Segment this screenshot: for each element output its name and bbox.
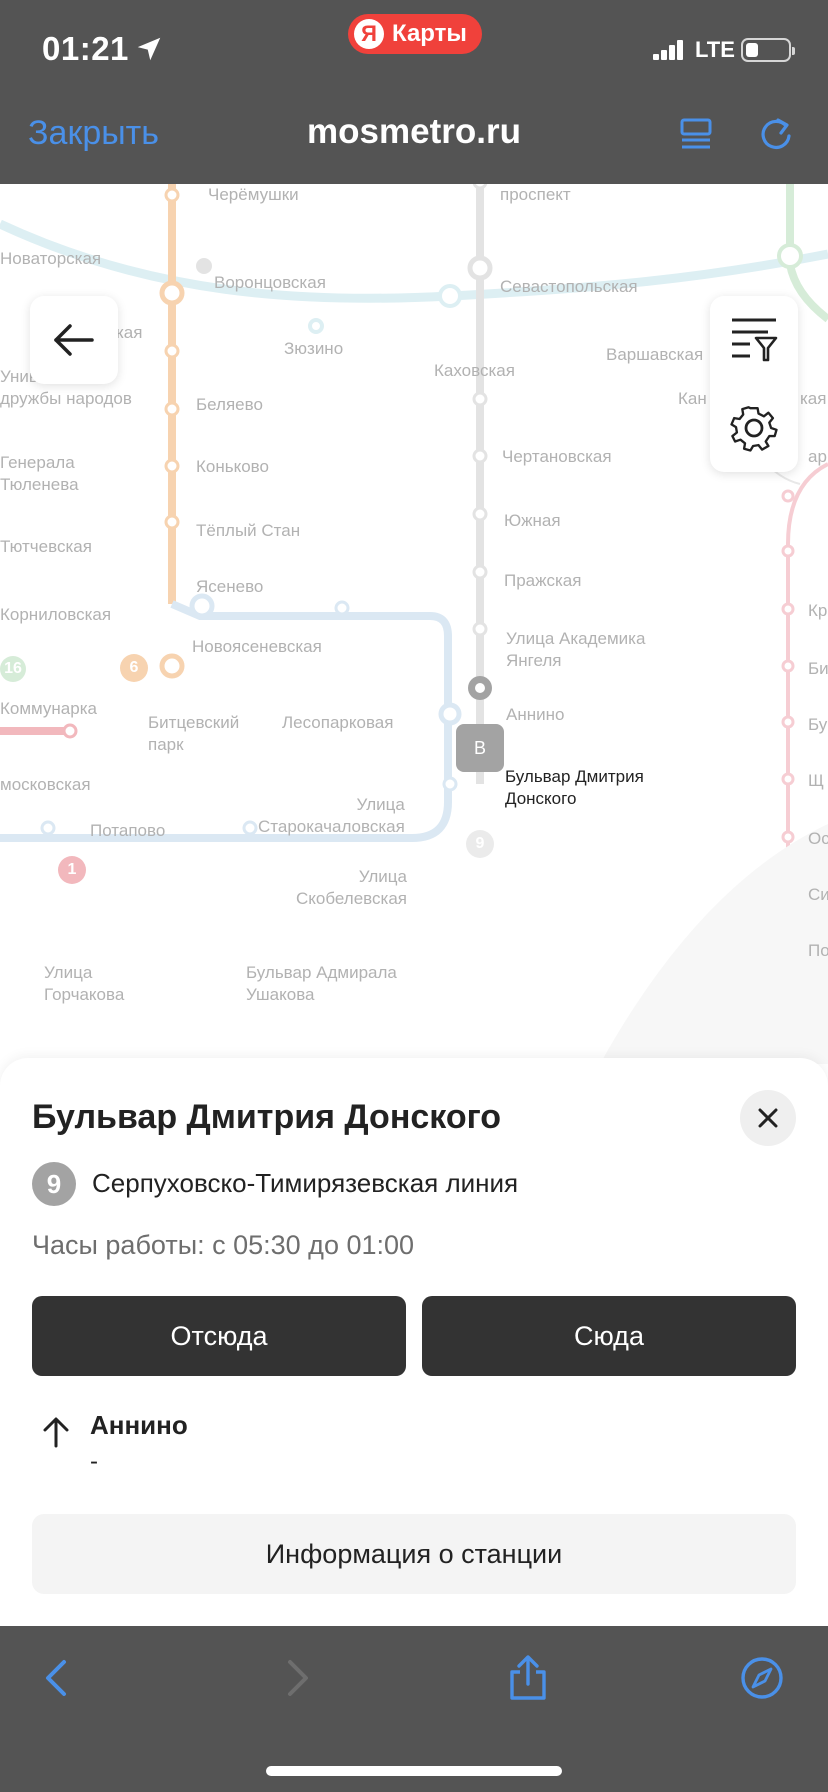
selected-station-label[interactable]: Бульвар Дмитрия Донского [505, 766, 644, 810]
station-label[interactable]: Корниловская [0, 604, 111, 626]
battery-fill [746, 43, 758, 57]
forward-chevron-icon[interactable] [272, 1654, 320, 1702]
status-bar: 01:21 Я Карты LTE [0, 0, 828, 92]
station-label[interactable]: Улица Старокачаловская [258, 794, 405, 838]
station-bottom-sheet: Бульвар Дмитрия Донского 9 Серпуховско-Т… [0, 1058, 828, 1626]
line-9-badge: 9 [466, 830, 494, 858]
station-label[interactable]: Битцевский парк [148, 712, 239, 756]
home-indicator[interactable] [266, 1766, 562, 1776]
station-title: Бульвар Дмитрия Донского [32, 1098, 502, 1136]
station-label[interactable]: Аннино [506, 704, 564, 726]
station-label[interactable]: Новоясеневская [192, 636, 322, 658]
station-label[interactable]: Черёмушки [208, 184, 299, 206]
station-label[interactable]: Улица Горчакова [44, 962, 124, 1006]
station-label[interactable]: Воронцовская [214, 272, 326, 294]
map-tools-panel [710, 296, 798, 472]
filter-list-icon[interactable] [710, 296, 798, 384]
arrow-up-icon [43, 1417, 69, 1448]
station-label[interactable]: Южная [504, 510, 561, 532]
station-label[interactable]: Си [808, 884, 828, 906]
line-name: Серпуховско-Тимирязевская линия [92, 1168, 519, 1198]
back-chevron-icon[interactable] [34, 1654, 82, 1702]
arrow-left-icon [54, 324, 94, 356]
opening-hours: Часы работы: с 05:30 до 01:00 [32, 1230, 415, 1260]
metro-map-lines [0, 184, 828, 1064]
station-label[interactable]: Каховская [434, 360, 515, 382]
station-label[interactable]: Севастопольская [500, 276, 638, 298]
close-icon [758, 1108, 778, 1128]
station-label[interactable]: Кан [678, 388, 707, 410]
station-label[interactable]: Коньково [196, 456, 269, 478]
station-label[interactable]: кая [116, 322, 142, 344]
compass-icon[interactable] [738, 1654, 786, 1702]
line-number-badge: 9 [32, 1162, 76, 1206]
yandex-maps-back-pill[interactable]: Я Карты [348, 14, 482, 54]
station-label[interactable]: проспект [500, 184, 571, 206]
route-from-button[interactable]: Отсюда [32, 1296, 406, 1376]
station-label[interactable]: Варшавская [606, 344, 703, 366]
network-type: LTE [695, 37, 735, 62]
metro-map[interactable]: 16 6 1 9 B Черёмушки проспект Новаторска… [0, 184, 828, 1064]
station-label[interactable]: Зюзино [284, 338, 343, 360]
station-label[interactable]: московская [0, 774, 91, 796]
map-back-button[interactable] [30, 296, 118, 384]
station-label[interactable]: Щ [808, 770, 824, 792]
station-label[interactable]: Потапово [90, 820, 165, 842]
gear-icon[interactable] [710, 384, 798, 472]
station-label[interactable]: Улица Скобелевская [296, 866, 407, 910]
route-to-button[interactable]: Сюда [422, 1296, 796, 1376]
reload-icon[interactable] [754, 112, 798, 156]
station-label[interactable]: Бу [808, 714, 827, 736]
station-label[interactable]: Тёплый Стан [196, 520, 300, 542]
station-label[interactable]: Коммунарка [0, 698, 97, 720]
station-label[interactable]: Ос [808, 828, 828, 850]
line-6-badge: 6 [120, 654, 148, 682]
location-arrow-icon [137, 37, 161, 61]
destination-marker[interactable]: B [456, 724, 504, 772]
line-16-badge: 16 [0, 656, 26, 682]
yandex-logo-icon: Я [354, 19, 384, 49]
sheet-close-button[interactable] [740, 1090, 796, 1146]
station-label[interactable]: Чертановская [502, 446, 612, 468]
station-label[interactable]: Тютчевская [0, 536, 92, 558]
station-label[interactable]: Беляево [196, 394, 263, 416]
station-label[interactable]: Бульвар Адмирала Ушакова [246, 962, 397, 1006]
cellular-signal-icon [653, 40, 683, 60]
station-label[interactable]: Лесопарковая [282, 712, 393, 734]
reader-mode-icon[interactable] [676, 112, 720, 156]
station-label[interactable]: По [808, 940, 828, 962]
status-time: 01:21 [42, 30, 129, 67]
app-pill-label: Карты [392, 20, 467, 47]
station-label[interactable]: Би [808, 658, 828, 680]
station-label[interactable]: Ясенево [196, 576, 263, 598]
station-label[interactable]: Улица Академика Янгеля [506, 628, 645, 672]
station-label[interactable]: Генерала Тюленева [0, 452, 79, 496]
station-label[interactable]: Новаторская [0, 248, 101, 270]
station-label[interactable]: ари [808, 446, 828, 468]
line-1-badge: 1 [58, 856, 86, 884]
station-label[interactable]: кая [800, 388, 826, 410]
direction-name: Аннино [90, 1410, 188, 1440]
station-label[interactable]: Пражская [504, 570, 581, 592]
share-icon[interactable] [504, 1654, 552, 1702]
station-label[interactable]: Кр [808, 600, 827, 622]
station-info-button[interactable]: Информация о станции [32, 1514, 796, 1594]
battery-icon [741, 38, 795, 62]
direction-time: - [90, 1448, 98, 1475]
browser-nav-bar: Закрыть mosmetro.ru [0, 92, 828, 184]
